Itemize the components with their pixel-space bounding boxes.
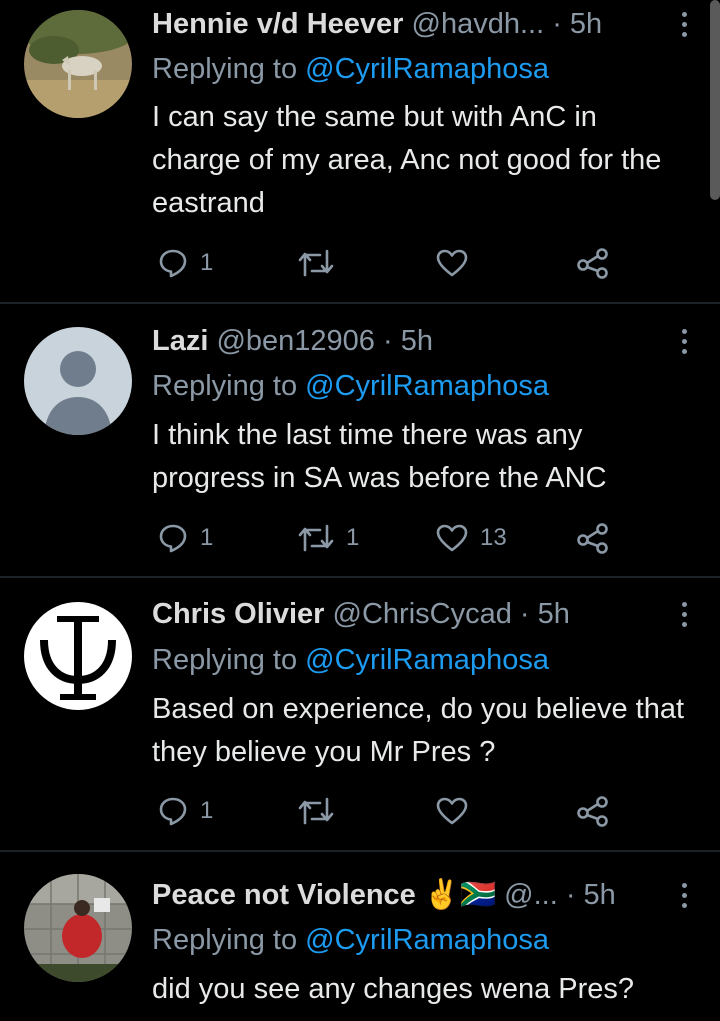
reply-count: 1 — [200, 249, 214, 276]
retweet-button[interactable] — [298, 791, 346, 831]
share-icon — [577, 523, 608, 554]
mention-link[interactable]: @CyrilRamaphosa — [305, 370, 549, 402]
tweet-actions: 1 — [152, 791, 622, 831]
share-button[interactable] — [576, 243, 610, 283]
avatar[interactable] — [24, 874, 132, 982]
tweet[interactable]: Lazi @ben12906 · 5h Replying to @CyrilRa… — [0, 304, 720, 576]
share-icon — [577, 796, 608, 827]
retweet-icon — [298, 524, 334, 552]
scrollbar[interactable] — [710, 0, 720, 200]
share-button[interactable] — [576, 791, 610, 831]
reply-button[interactable]: 1 — [158, 791, 213, 831]
replying-to: Replying to @CyrilRamaphosa — [152, 366, 549, 406]
display-name[interactable]: Lazi — [152, 325, 208, 357]
tweet-text: I think the last time there was any prog… — [152, 419, 607, 494]
user-handle[interactable]: @havdh... — [412, 8, 545, 40]
reply-icon — [159, 524, 187, 553]
tweet-text: I can say the same but with AnC in charg… — [152, 101, 662, 219]
retweet-button[interactable]: 1 — [298, 518, 359, 558]
replying-to-label: Replying to — [152, 924, 298, 956]
display-name[interactable]: Chris Olivier — [152, 598, 324, 630]
tweet-header: Hennie v/d Heever @havdh... · 5h — [152, 4, 664, 44]
reply-icon — [159, 797, 187, 826]
retweet-count: 1 — [346, 524, 360, 551]
like-button[interactable] — [436, 791, 480, 831]
reply-count: 1 — [200, 797, 214, 824]
replying-to-label: Replying to — [152, 53, 298, 85]
timestamp: · 5h — [519, 598, 570, 630]
retweet-icon — [298, 249, 334, 277]
heart-icon — [436, 797, 468, 825]
avatar[interactable] — [24, 602, 132, 710]
tweet[interactable]: Chris Olivier @ChrisCycad · 5h Replying … — [0, 578, 720, 850]
timestamp: · 5h — [552, 8, 603, 40]
tweet-text: did you see any changes wena Pres? — [152, 973, 635, 1005]
more-options-icon[interactable] — [676, 602, 692, 627]
retweet-button[interactable] — [298, 243, 346, 283]
user-handle[interactable]: @... — [504, 879, 558, 911]
replying-to-label: Replying to — [152, 370, 298, 402]
like-count: 13 — [480, 524, 507, 551]
share-button[interactable] — [576, 518, 610, 558]
more-options-icon[interactable] — [676, 12, 692, 37]
mention-link[interactable]: @CyrilRamaphosa — [305, 53, 549, 85]
tweet-header: Peace not Violence ✌️🇿🇦 @... · 5h — [152, 875, 664, 915]
replying-to: Replying to @CyrilRamaphosa — [152, 640, 549, 680]
tweet-actions: 1 — [152, 243, 622, 283]
tweet[interactable]: Peace not Violence ✌️🇿🇦 @... · 5h Replyi… — [0, 852, 720, 1021]
reply-button[interactable]: 1 — [158, 243, 213, 283]
tweet-text: Based on experience, do you believe that… — [152, 693, 685, 768]
mention-link[interactable]: @CyrilRamaphosa — [305, 924, 549, 956]
avatar[interactable] — [24, 327, 132, 435]
more-options-icon[interactable] — [676, 329, 692, 354]
tweet-header: Chris Olivier @ChrisCycad · 5h — [152, 594, 664, 634]
display-name[interactable]: Hennie v/d Heever — [152, 8, 403, 40]
reply-count: 1 — [200, 524, 214, 551]
tweet-header: Lazi @ben12906 · 5h — [152, 321, 664, 361]
mention-link[interactable]: @CyrilRamaphosa — [305, 644, 549, 676]
retweet-icon — [298, 797, 334, 825]
share-icon — [577, 248, 608, 279]
timestamp: · 5h — [383, 325, 433, 357]
heart-icon — [436, 524, 468, 552]
user-handle[interactable]: @ben12906 — [216, 325, 374, 357]
reply-button[interactable]: 1 — [158, 518, 213, 558]
tweet[interactable]: Hennie v/d Heever @havdh... · 5h Replyin… — [0, 0, 720, 302]
replying-to: Replying to @CyrilRamaphosa — [152, 920, 549, 960]
like-button[interactable]: 13 — [436, 518, 507, 558]
display-name[interactable]: Peace not Violence ✌️🇿🇦 — [152, 879, 496, 911]
reply-icon — [159, 249, 187, 278]
replying-to-label: Replying to — [152, 644, 298, 676]
like-button[interactable] — [436, 243, 480, 283]
heart-icon — [436, 249, 468, 277]
replying-to: Replying to @CyrilRamaphosa — [152, 49, 549, 89]
avatar[interactable] — [24, 10, 132, 118]
more-options-icon[interactable] — [676, 883, 692, 908]
user-handle[interactable]: @ChrisCycad — [333, 598, 512, 630]
timestamp: · 5h — [565, 879, 616, 911]
tweet-actions: 1 1 13 — [152, 518, 622, 558]
